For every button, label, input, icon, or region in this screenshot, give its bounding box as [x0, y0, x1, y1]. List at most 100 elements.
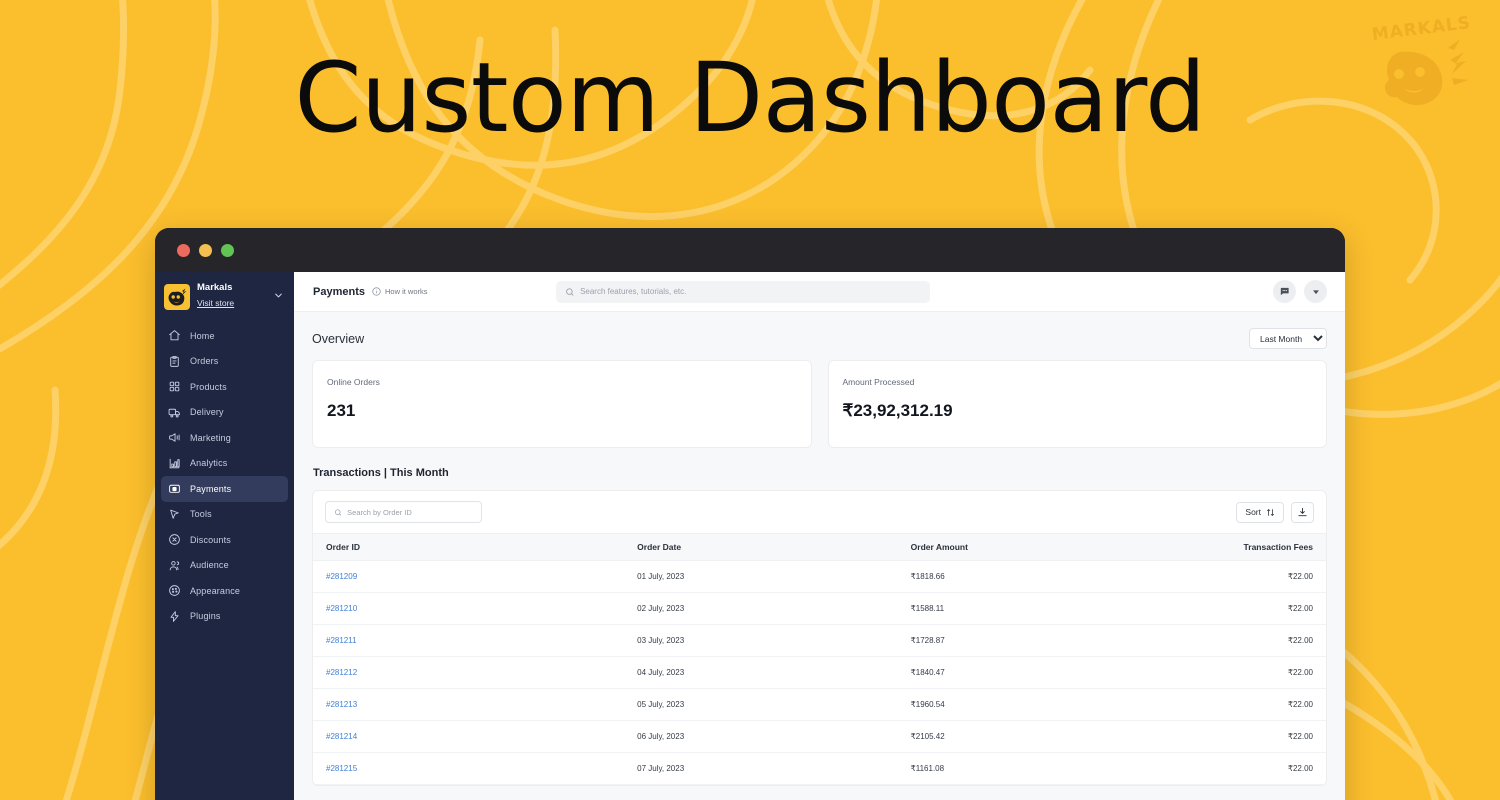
sidebar-item-delivery[interactable]: Delivery — [161, 400, 288, 426]
chevron-down-icon[interactable] — [273, 288, 286, 306]
sidebar-item-label: Discounts — [190, 535, 231, 545]
store-logo — [164, 284, 190, 310]
sidebar: Markals Visit store Home Orders Products De… — [155, 272, 294, 800]
order-date-cell: 06 July, 2023 — [637, 721, 911, 753]
sort-button[interactable]: Sort — [1236, 502, 1284, 523]
transactions-table: Order IDOrder DateOrder AmountTransactio… — [313, 533, 1326, 785]
download-button[interactable] — [1291, 502, 1314, 523]
download-icon — [1297, 507, 1308, 518]
order-date-cell: 05 July, 2023 — [637, 689, 911, 721]
app-body: Markals Visit store Home Orders Products De… — [155, 272, 1345, 800]
global-search[interactable] — [556, 281, 930, 303]
order-id-link[interactable]: #281209 — [326, 572, 357, 581]
sidebar-item-discounts[interactable]: Discounts — [161, 527, 288, 553]
close-window-button[interactable] — [177, 244, 190, 257]
stat-cards: Online Orders231 Amount Processed ₹23,92,3… — [312, 360, 1327, 448]
stat-value: 231 — [327, 401, 797, 421]
order-id-link[interactable]: #281215 — [326, 764, 357, 773]
transaction-fees-cell: ₹22.00 — [1144, 625, 1326, 657]
transaction-fees-cell: ₹22.00 — [1144, 689, 1326, 721]
store-switcher[interactable]: Markals Visit store — [155, 272, 294, 323]
sidebar-item-label: Audience — [190, 560, 229, 570]
column-header: Transaction Fees — [1144, 534, 1326, 561]
visit-store-link[interactable]: Visit store — [197, 298, 234, 308]
clipboard-icon — [168, 355, 181, 368]
table-body: #28120901 July, 2023₹1818.66₹22.00#28121… — [313, 561, 1326, 785]
how-it-works-link[interactable]: How it works — [372, 287, 428, 296]
order-id-link[interactable]: #281212 — [326, 668, 357, 677]
window-titlebar — [155, 228, 1345, 272]
overview-title: Overview — [312, 332, 364, 346]
transactions-card: Sort Order IDOrder DateOrder AmountTrans… — [312, 490, 1327, 786]
transaction-fees-cell: ₹22.00 — [1144, 721, 1326, 753]
page-title: Custom Dashboard — [0, 42, 1500, 155]
chat-icon[interactable] — [1273, 280, 1296, 303]
sidebar-item-audience[interactable]: Audience — [161, 553, 288, 579]
discount-icon — [168, 533, 181, 546]
order-search[interactable] — [325, 501, 482, 523]
sort-arrows-icon — [1266, 508, 1275, 517]
top-bar: Payments How it works — [294, 272, 1345, 312]
sidebar-item-analytics[interactable]: Analytics — [161, 451, 288, 477]
sidebar-item-label: Home — [190, 331, 215, 341]
chevron-down-icon — [1311, 287, 1321, 297]
table-row: #281214 06 July, 2023₹2105.42₹22.00 — [313, 721, 1326, 753]
order-id-link[interactable]: #281211 — [326, 636, 357, 645]
order-amount-cell: ₹2105.42 — [911, 721, 1144, 753]
minimize-window-button[interactable] — [199, 244, 212, 257]
home-icon — [168, 329, 181, 342]
transaction-fees-cell: ₹22.00 — [1144, 753, 1326, 785]
stat-value: ₹23,92,312.19 — [843, 401, 1313, 421]
search-icon — [565, 287, 575, 297]
maximize-window-button[interactable] — [221, 244, 234, 257]
table-toolbar: Sort — [313, 491, 1326, 533]
order-amount-cell: ₹1728.87 — [911, 625, 1144, 657]
sort-label: Sort — [1245, 507, 1261, 517]
sidebar-item-home[interactable]: Home — [161, 323, 288, 349]
sidebar-item-label: Products — [190, 382, 227, 392]
account-dropdown-button[interactable] — [1304, 280, 1327, 303]
sidebar-item-tools[interactable]: Tools — [161, 502, 288, 528]
sidebar-item-plugins[interactable]: Plugins — [161, 604, 288, 630]
transaction-fees-cell: ₹22.00 — [1144, 561, 1326, 593]
store-name: Markals — [197, 282, 266, 293]
sidebar-item-label: Analytics — [190, 458, 227, 468]
how-it-works-label: How it works — [385, 287, 428, 296]
order-amount-cell: ₹1818.66 — [911, 561, 1144, 593]
sidebar-item-orders[interactable]: Orders — [161, 349, 288, 375]
stat-label: Amount Processed — [843, 377, 1313, 387]
order-id-link[interactable]: #281213 — [326, 700, 357, 709]
sidebar-item-appearance[interactable]: Appearance — [161, 578, 288, 604]
section-title: Payments — [313, 286, 365, 298]
order-id-link[interactable]: #281214 — [326, 732, 357, 741]
sidebar-item-payments[interactable]: Payments — [161, 476, 288, 502]
column-header: Order Date — [637, 534, 911, 561]
order-date-cell: 02 July, 2023 — [637, 593, 911, 625]
order-date-cell: 07 July, 2023 — [637, 753, 911, 785]
megaphone-icon — [168, 431, 181, 444]
sidebar-item-marketing[interactable]: Marketing — [161, 425, 288, 451]
table-row: #28121204 July, 2023₹1840.47₹22.00 — [313, 657, 1326, 689]
grid-icon — [168, 380, 181, 393]
search-input[interactable] — [580, 287, 920, 296]
gorilla-icon — [166, 286, 188, 308]
table-header-row: Order IDOrder DateOrder AmountTransactio… — [313, 534, 1326, 561]
order-amount-cell: ₹1840.47 — [911, 657, 1144, 689]
browser-window: Markals Visit store Home Orders Products De… — [155, 228, 1345, 800]
overview-header: Overview Last MonthThis MonthLast 7 Days… — [312, 312, 1327, 360]
stat-card: Amount Processed ₹23,92,312.19 — [828, 360, 1328, 448]
order-id-link[interactable]: #281210 — [326, 604, 357, 613]
stat-card: Online Orders231 — [312, 360, 812, 448]
order-search-input[interactable] — [347, 508, 473, 517]
sidebar-item-products[interactable]: Products — [161, 374, 288, 400]
date-range-select[interactable]: Last MonthThis MonthLast 7 DaysLast Year — [1249, 328, 1327, 349]
order-date-cell: 01 July, 2023 — [637, 561, 911, 593]
cursor-icon — [168, 508, 181, 521]
table-row: #281213 05 July, 2023₹1960.54₹22.00 — [313, 689, 1326, 721]
palette-icon — [168, 584, 181, 597]
order-amount-cell: ₹1960.54 — [911, 689, 1144, 721]
order-date-cell: 04 July, 2023 — [637, 657, 911, 689]
table-row: #28121103 July, 2023₹1728.87₹22.00 — [313, 625, 1326, 657]
sidebar-item-label: Delivery — [190, 407, 224, 417]
bar-chart-icon — [168, 457, 181, 470]
